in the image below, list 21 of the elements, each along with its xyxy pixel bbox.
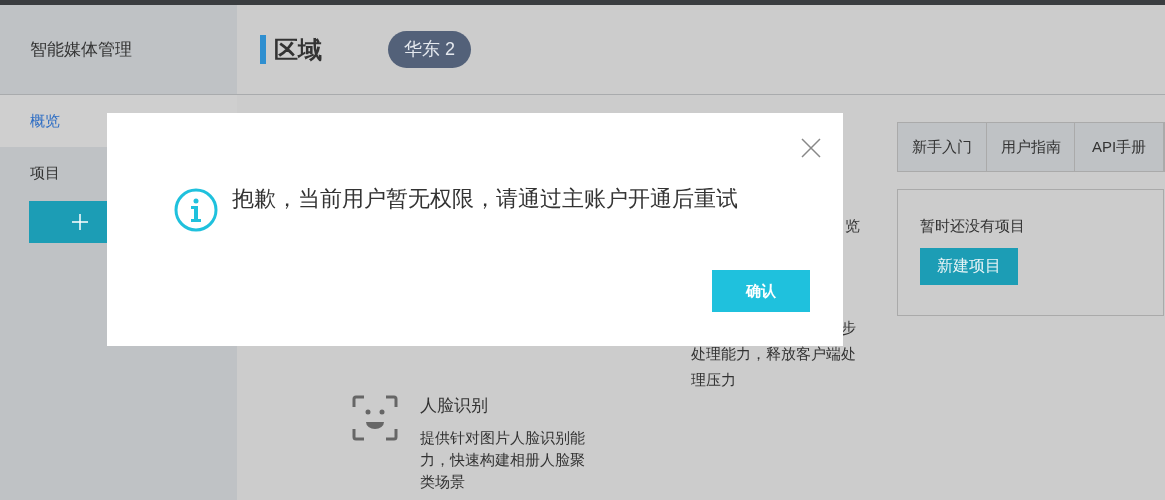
info-icon bbox=[174, 188, 218, 232]
help-link[interactable]: 用户指南 bbox=[986, 123, 1076, 171]
feature-description: 类场景 bbox=[420, 471, 466, 492]
face-icon bbox=[352, 395, 398, 441]
plus-icon bbox=[71, 213, 89, 231]
empty-message: 暂时还没有项目 bbox=[920, 216, 1025, 236]
feature-description: 步 bbox=[841, 318, 856, 338]
dialog-message: 抱歉，当前用户暂无权限，请通过主账户开通后重试 bbox=[232, 184, 738, 213]
help-link[interactable]: API手册 bbox=[1075, 123, 1164, 171]
feature-description: 提供针对图片人脸识别能 bbox=[420, 427, 585, 448]
feature-description: 览 bbox=[845, 216, 860, 236]
feature-description: 处理能力，释放客户端处 bbox=[691, 344, 856, 364]
feature-description: 理压力 bbox=[691, 370, 737, 390]
region-selector[interactable]: 华东 2 bbox=[388, 31, 471, 68]
feature-title: 人脸识别 bbox=[420, 395, 489, 417]
close-icon[interactable] bbox=[801, 138, 821, 158]
section-title: 区域 bbox=[274, 34, 322, 65]
help-link[interactable]: 新手入门 bbox=[898, 123, 987, 171]
app-title: 智能媒体管理 bbox=[30, 38, 132, 61]
feature-description: 力，快速构建相册人脸聚 bbox=[420, 449, 585, 470]
accent-bar bbox=[260, 35, 266, 64]
